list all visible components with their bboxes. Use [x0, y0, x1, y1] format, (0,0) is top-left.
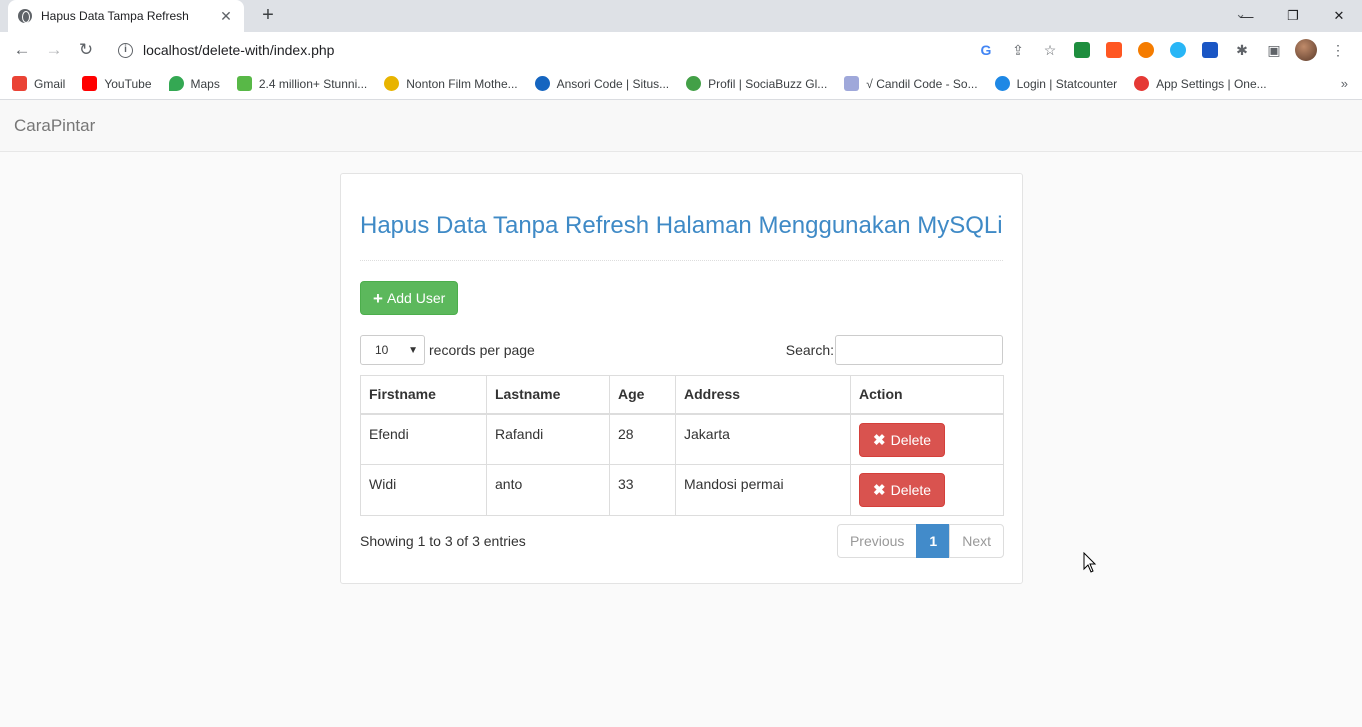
bookmark-sociabuzz[interactable]: Profil | SociaBuzz Gl... [686, 76, 827, 91]
cell-action: ✖ Delete [850, 413, 1004, 465]
cell-lastname: Rafandi [486, 413, 610, 465]
column-header-address[interactable]: Address [675, 375, 851, 415]
pixabay-icon [236, 76, 252, 91]
cell-age: 28 [609, 413, 676, 465]
site-navbar: CaraPintar [0, 100, 1362, 152]
delete-button[interactable]: ✖ Delete [859, 422, 946, 457]
pagination: Previous 1 Next [836, 524, 1004, 558]
cell-age: 33 [609, 464, 676, 516]
forward-button[interactable]: → [40, 36, 68, 64]
mouse-cursor-icon [1083, 552, 1097, 573]
entries-info: Showing 1 to 3 of 3 entries [360, 533, 526, 549]
film-icon [384, 76, 400, 91]
menu-icon[interactable]: ⋮ [1322, 42, 1354, 59]
bookmark-candil-code[interactable]: √ Candil Code - So... [844, 76, 978, 91]
back-button[interactable]: ← [8, 36, 36, 64]
table-controls: 10 ▼ records per page Search: [360, 335, 1003, 365]
blogger-extension-icon[interactable] [1098, 42, 1130, 58]
bookmarks-bar: Gmail YouTube Maps 2.4 million+ Stunni..… [0, 68, 1362, 100]
browser-tab-strip: Hapus Data Tampa Refresh ✕ + ⌄ — ❐ ✕ [0, 0, 1362, 32]
orange-extension-icon[interactable] [1130, 42, 1162, 58]
x-icon: ✖ [873, 431, 886, 449]
address-bar[interactable]: i localhost/delete-with/index.php [108, 36, 1108, 64]
bookmark-statcounter[interactable]: Login | Statcounter [994, 76, 1117, 91]
bookmark-ansori-code[interactable]: Ansori Code | Situs... [534, 76, 669, 91]
minimize-button[interactable]: — [1224, 0, 1270, 32]
globe-icon [18, 9, 32, 23]
cell-action: ✖ Delete [850, 464, 1004, 516]
records-per-page-label: records per page [429, 342, 535, 358]
statcounter-icon [994, 76, 1010, 91]
translate-extension-icon[interactable] [1066, 42, 1098, 58]
youtube-icon [82, 76, 98, 91]
puzzle-icon[interactable]: ✱ [1226, 42, 1258, 59]
bookmark-onesignal[interactable]: App Settings | One... [1134, 76, 1267, 91]
sociabuzz-icon [686, 76, 702, 91]
users-table: Firstname Lastname Age Address Action Ef… [360, 375, 1004, 516]
extension-icons: G ⇪ ☆ ✱ ▣ ⋮ [970, 36, 1354, 64]
window-close-button[interactable]: ✕ [1316, 0, 1362, 32]
blue-extension-icon[interactable] [1162, 42, 1194, 58]
window-controls: — ❐ ✕ [1224, 0, 1362, 32]
side-panel-icon[interactable]: ▣ [1258, 42, 1290, 59]
browser-toolbar: ← → ↻ i localhost/delete-with/index.php … [0, 32, 1362, 68]
plus-icon: + [373, 288, 383, 308]
double-chevron-right-icon[interactable]: » [1341, 76, 1348, 91]
add-user-label: Add User [386, 290, 446, 306]
bookmark-youtube[interactable]: YouTube [82, 76, 152, 91]
table-header-row: Firstname Lastname Age Address Action [360, 375, 1004, 415]
cell-address: Mandosi permai [675, 464, 851, 516]
chevron-down-icon: ▼ [408, 345, 418, 356]
bookmark-pixabay[interactable]: 2.4 million+ Stunni... [236, 76, 367, 91]
url-text: localhost/delete-with/index.php [143, 42, 335, 58]
navy-extension-icon[interactable] [1194, 42, 1226, 58]
content-panel: Hapus Data Tanpa Refresh Halaman Menggun… [340, 173, 1023, 584]
column-header-age[interactable]: Age [609, 375, 676, 415]
bookmark-nonton-film[interactable]: Nonton Film Mothe... [384, 76, 518, 91]
table-row: Efendi Rafandi 28 Jakarta ✖ Delete [360, 413, 1004, 465]
cell-lastname: anto [486, 464, 610, 516]
page-header: Hapus Data Tanpa Refresh Halaman Menggun… [360, 212, 1003, 261]
onesignal-icon [1134, 76, 1150, 91]
search-input[interactable] [835, 335, 1003, 365]
table-row: Widi anto 33 Mandosi permai ✖ Delete [360, 464, 1004, 516]
add-user-button[interactable]: + Add User [360, 281, 459, 315]
navbar-brand[interactable]: CaraPintar [14, 116, 95, 136]
column-header-lastname[interactable]: Lastname [486, 375, 610, 415]
page-button-current[interactable]: 1 [916, 524, 951, 558]
bookmark-gmail[interactable]: Gmail [12, 76, 65, 91]
ansori-code-icon [534, 76, 550, 91]
info-icon[interactable]: i [118, 42, 133, 58]
new-tab-button[interactable]: + [258, 4, 278, 27]
restore-button[interactable]: ❐ [1270, 0, 1316, 32]
cell-address: Jakarta [675, 413, 851, 465]
tab-title: Hapus Data Tampa Refresh [41, 9, 189, 23]
candil-code-icon [844, 76, 860, 91]
table-footer: Showing 1 to 3 of 3 entries Previous 1 N… [360, 524, 1004, 558]
previous-page-button[interactable]: Previous [836, 524, 918, 558]
reload-button[interactable]: ↻ [72, 36, 100, 64]
browser-tab[interactable]: Hapus Data Tampa Refresh ✕ [8, 0, 244, 32]
gmail-icon [12, 76, 27, 91]
cell-firstname: Efendi [360, 413, 487, 465]
records-per-page-select[interactable]: 10 ▼ [360, 335, 425, 365]
star-icon[interactable]: ☆ [1034, 42, 1066, 59]
google-icon[interactable]: G [970, 42, 1002, 58]
x-icon: ✖ [873, 482, 886, 499]
bookmark-maps[interactable]: Maps [168, 76, 220, 91]
page-title: Hapus Data Tanpa Refresh Halaman Menggun… [360, 212, 1003, 239]
share-icon[interactable]: ⇪ [1002, 42, 1034, 59]
delete-button[interactable]: ✖ Delete [859, 473, 946, 507]
cell-firstname: Widi [360, 464, 487, 516]
maps-pin-icon [168, 76, 184, 91]
next-page-button[interactable]: Next [949, 524, 1004, 558]
avatar[interactable] [1290, 39, 1322, 61]
search-label: Search: [785, 342, 834, 358]
column-header-action: Action [850, 375, 1004, 415]
column-header-firstname[interactable]: Firstname [360, 375, 487, 415]
close-icon[interactable]: ✕ [218, 8, 234, 25]
